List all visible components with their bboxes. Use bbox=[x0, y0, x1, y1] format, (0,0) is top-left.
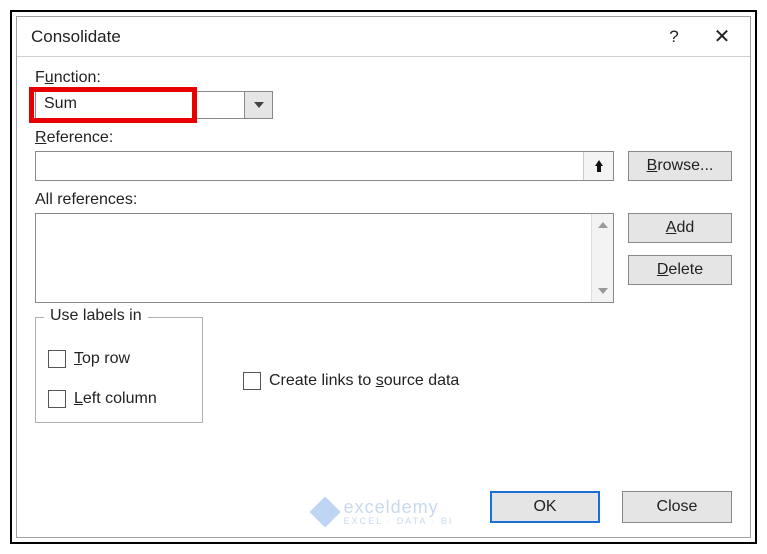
consolidate-dialog: Consolidate ? ✕ Function: Sum Reference: bbox=[16, 16, 751, 538]
reference-row: Browse... bbox=[35, 151, 732, 181]
reference-label: Reference: bbox=[35, 129, 732, 147]
close-footer-button[interactable]: Close bbox=[622, 491, 732, 523]
browse-button[interactable]: Browse... bbox=[628, 151, 732, 181]
create-links-label: Create links to source data bbox=[269, 372, 459, 390]
top-row-checkline[interactable]: Top row bbox=[48, 350, 190, 368]
help-button[interactable]: ? bbox=[650, 17, 698, 57]
dialog-body: Function: Sum Reference: bbox=[17, 57, 750, 537]
left-column-label: Left column bbox=[74, 390, 157, 408]
scroll-down-icon bbox=[592, 280, 613, 302]
reference-input-wrap bbox=[35, 151, 614, 181]
titlebar: Consolidate ? ✕ bbox=[17, 17, 750, 57]
close-button[interactable]: ✕ bbox=[698, 17, 746, 57]
top-row-checkbox[interactable] bbox=[48, 350, 66, 368]
create-links-checkbox[interactable] bbox=[243, 372, 261, 390]
range-picker-button[interactable] bbox=[583, 152, 613, 180]
dropdown-arrow-icon bbox=[245, 91, 273, 119]
all-references-row: Add Delete bbox=[35, 213, 732, 303]
use-labels-legend: Use labels in bbox=[44, 307, 148, 325]
use-labels-row: Use labels in Top row Left column Create… bbox=[35, 317, 732, 423]
function-row: Sum bbox=[35, 91, 732, 119]
collapse-dialog-icon bbox=[592, 159, 606, 173]
function-label: Function: bbox=[35, 69, 732, 87]
reference-input[interactable] bbox=[36, 152, 583, 180]
dialog-title: Consolidate bbox=[31, 27, 650, 47]
use-labels-fieldset: Use labels in Top row Left column bbox=[35, 317, 203, 423]
help-icon: ? bbox=[669, 27, 678, 47]
screenshot-frame: Consolidate ? ✕ Function: Sum Reference: bbox=[10, 10, 757, 544]
delete-button[interactable]: Delete bbox=[628, 255, 732, 285]
list-buttons-column: Add Delete bbox=[628, 213, 732, 285]
create-links-checkline[interactable]: Create links to source data bbox=[243, 372, 459, 390]
all-references-listbox[interactable] bbox=[35, 213, 614, 303]
add-button[interactable]: Add bbox=[628, 213, 732, 243]
scroll-up-icon bbox=[592, 214, 613, 236]
all-references-label: All references: bbox=[35, 191, 732, 209]
function-select[interactable]: Sum bbox=[35, 91, 273, 119]
dialog-footer: OK Close bbox=[35, 485, 732, 523]
close-icon: ✕ bbox=[714, 24, 731, 49]
top-row-label: Top row bbox=[74, 350, 130, 368]
function-selected-value: Sum bbox=[35, 91, 245, 119]
all-references-list bbox=[36, 214, 591, 302]
ok-button[interactable]: OK bbox=[490, 491, 600, 523]
scrollbar[interactable] bbox=[591, 214, 613, 302]
left-column-checkbox[interactable] bbox=[48, 390, 66, 408]
left-column-checkline[interactable]: Left column bbox=[48, 390, 190, 408]
